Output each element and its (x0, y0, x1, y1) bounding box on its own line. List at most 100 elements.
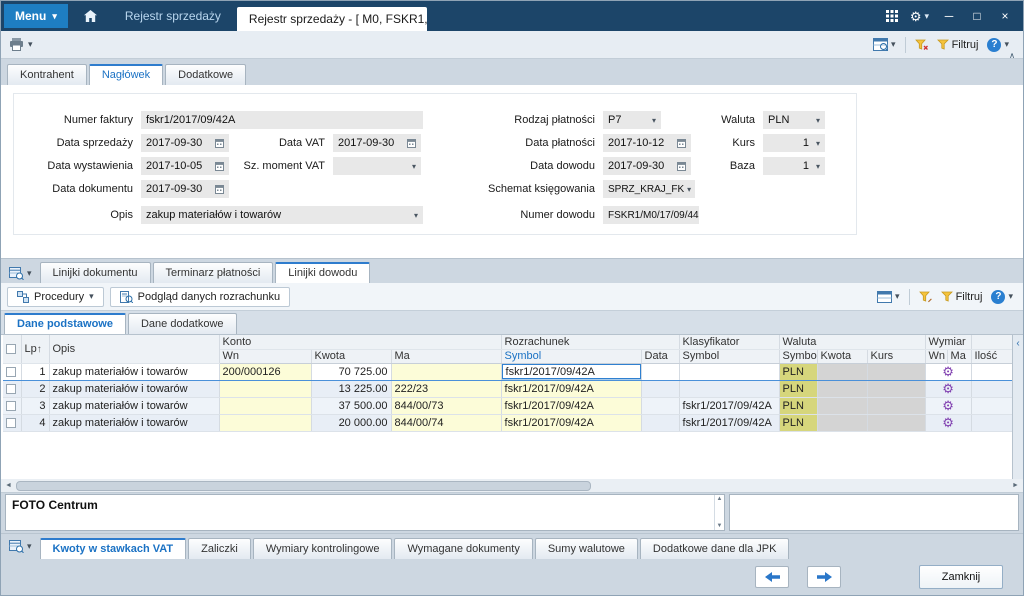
tab-wymagane-dokumenty[interactable]: Wymagane dokumenty (394, 538, 532, 559)
collapse-ribbon-toggle[interactable]: ∧ (1009, 51, 1015, 60)
data-platnosci-input[interactable]: 2017-10-12 (603, 134, 691, 152)
col-wymiar-wn[interactable]: Wn (925, 349, 947, 363)
grid-filter-button[interactable]: Filtruj (941, 291, 983, 303)
cell-konto-wn[interactable]: 200/000126 (219, 363, 311, 380)
calendar-icon[interactable] (215, 185, 224, 194)
cell-kwota[interactable]: 13 225.00 (311, 380, 391, 397)
calendar-icon[interactable] (677, 139, 686, 148)
wymiar-gear-icon[interactable]: ⚙ (929, 381, 968, 396)
minimize-button[interactable]: ─ (941, 9, 957, 23)
sz-moment-vat-select[interactable]: ▾ (333, 157, 421, 175)
cell-rozrachunek-data[interactable] (641, 414, 679, 431)
cell-konto-ma[interactable]: 222/23 (391, 380, 501, 397)
tab-sumy-walutowe[interactable]: Sumy walutowe (535, 538, 638, 559)
scroll-left-button[interactable]: ◄ (1, 482, 16, 489)
tab-zaliczki[interactable]: Zaliczki (188, 538, 251, 559)
cell-rozrachunek-data[interactable] (641, 380, 679, 397)
tab-terminarz-platnosci[interactable]: Terminarz płatności (153, 262, 274, 283)
col-waluta-kurs[interactable]: Kurs (867, 349, 925, 363)
next-record-button[interactable] (807, 566, 841, 588)
collapse-side-panel-toggle[interactable]: ‹ (1012, 335, 1023, 479)
apps-grid-icon[interactable] (886, 10, 898, 22)
cell-waluta[interactable]: PLN (779, 380, 817, 397)
cell-klasyfikator[interactable] (679, 363, 779, 380)
help-button[interactable]: ? ▾ (987, 38, 1009, 52)
view-selector[interactable]: ▾ (873, 38, 896, 51)
grid-view-selector[interactable]: ▾ (877, 291, 900, 303)
home-button[interactable] (84, 10, 97, 22)
tab-dane-dodatkowe[interactable]: Dane dodatkowe (128, 313, 237, 334)
waluta-select[interactable]: PLN▾ (763, 111, 825, 129)
cell-waluta[interactable]: PLN (779, 363, 817, 380)
cell-rozrachunek-data[interactable] (641, 363, 679, 380)
cell-kwota[interactable]: 70 725.00 (311, 363, 391, 380)
col-waluta-symbol[interactable]: Symbol (779, 349, 817, 363)
scrollbar-track[interactable] (16, 480, 1008, 492)
print-button[interactable]: ▾ (1, 38, 33, 51)
mini-scrollbar[interactable]: ▲ ▼ (714, 495, 724, 530)
colgroup-wymiar[interactable]: Wymiar (925, 335, 971, 349)
rozrachunek-editor[interactable]: fskr1/2017/09/42A (502, 364, 641, 379)
wymiar-gear-icon[interactable]: ⚙ (929, 415, 968, 430)
tab-dodatkowe-dane-jpk[interactable]: Dodatkowe dane dla JPK (640, 538, 790, 559)
cell-rozrachunek-data[interactable] (641, 397, 679, 414)
cell-kwota[interactable]: 37 500.00 (311, 397, 391, 414)
zamknij-button[interactable]: Zamknij (919, 565, 1003, 589)
colgroup-waluta[interactable]: Waluta (779, 335, 925, 349)
col-rozrachunek-symbol[interactable]: Symbol (501, 349, 641, 363)
col-ilosc[interactable]: Ilość (971, 349, 1013, 363)
col-wymiar-ma[interactable]: Ma (947, 349, 971, 363)
cell-konto-wn[interactable] (219, 414, 311, 431)
cell-rozrachunek[interactable]: fskr1/2017/09/42A (501, 380, 641, 397)
edit-filter-icon[interactable] (919, 291, 932, 303)
menu-button[interactable]: Menu ▾ (4, 4, 68, 28)
col-klasyfikator-symbol[interactable]: Symbol (679, 349, 779, 363)
select-all-checkbox[interactable] (6, 344, 16, 354)
previous-record-button[interactable] (755, 566, 789, 588)
cell-konto-ma[interactable]: 844/00/74 (391, 414, 501, 431)
tab-wymiary-kontrolingowe[interactable]: Wymiary kontrolingowe (253, 538, 393, 559)
maximize-button[interactable]: □ (969, 9, 985, 23)
settings-menu[interactable]: ⚙ ▾ (910, 10, 929, 23)
col-waluta-kwota[interactable]: Kwota (817, 349, 867, 363)
cell-rozrachunek[interactable]: fskr1/2017/09/42A (501, 397, 641, 414)
scrollbar-thumb[interactable] (16, 481, 591, 491)
tab-dodatkowe[interactable]: Dodatkowe (165, 64, 246, 85)
cell-waluta[interactable]: PLN (779, 414, 817, 431)
cell-konto-ma[interactable]: 844/00/73 (391, 397, 501, 414)
col-rozrachunek-data[interactable]: Data (641, 349, 679, 363)
tab-dane-podstawowe[interactable]: Dane podstawowe (4, 313, 126, 334)
row-checkbox[interactable] (6, 401, 16, 411)
data-dokumentu-input[interactable]: 2017-09-30 (141, 180, 229, 198)
bottom-organizer-button[interactable]: ▾ (9, 540, 32, 553)
opis-select[interactable]: zakup materiałów i towarów▾ (141, 206, 423, 224)
cell-konto-wn[interactable] (219, 380, 311, 397)
cell-konto-ma[interactable] (391, 363, 501, 380)
background-tab[interactable]: Rejestr sprzedaży (109, 9, 237, 23)
grid-help-button[interactable]: ? ▾ (991, 290, 1013, 304)
table-row[interactable]: 1 zakup materiałów i towarów 200/000126 … (3, 363, 1013, 380)
table-row[interactable]: 4 zakup materiałów i towarów 20 000.00 8… (3, 414, 1013, 431)
cell-klasyfikator[interactable] (679, 380, 779, 397)
clear-filter-icon[interactable] (915, 39, 928, 51)
cell-kwota[interactable]: 20 000.00 (311, 414, 391, 431)
calendar-icon[interactable] (677, 162, 686, 171)
col-opis[interactable]: Opis (49, 335, 219, 363)
schemat-ksiegowania-select[interactable]: SPRZ_KRAJ_FK▾ (603, 180, 695, 198)
podglad-rozrachunku-button[interactable]: Podgląd danych rozrachunku (110, 287, 290, 307)
tab-linijki-dowodu[interactable]: Linijki dowodu (275, 262, 370, 283)
row-checkbox[interactable] (6, 418, 16, 428)
active-window-tab[interactable]: Rejestr sprzedaży - [ M0, FSKR1, 44 (237, 7, 427, 31)
tab-kontrahent[interactable]: Kontrahent (7, 64, 87, 85)
cell-konto-wn[interactable] (219, 397, 311, 414)
col-kwota[interactable]: Kwota (311, 349, 391, 363)
wymiar-gear-icon[interactable]: ⚙ (929, 364, 968, 379)
cell-klasyfikator[interactable]: fskr1/2017/09/42A (679, 414, 779, 431)
row-checkbox[interactable] (6, 384, 16, 394)
horizontal-scrollbar[interactable]: ◄ ► (1, 479, 1023, 493)
filter-button[interactable]: Filtruj (937, 39, 979, 51)
tab-naglowek[interactable]: Nagłówek (89, 64, 163, 85)
cell-klasyfikator[interactable]: fskr1/2017/09/42A (679, 397, 779, 414)
table-row[interactable]: 3 zakup materiałów i towarów 37 500.00 8… (3, 397, 1013, 414)
table-row[interactable]: 2 zakup materiałów i towarów 13 225.00 2… (3, 380, 1013, 397)
